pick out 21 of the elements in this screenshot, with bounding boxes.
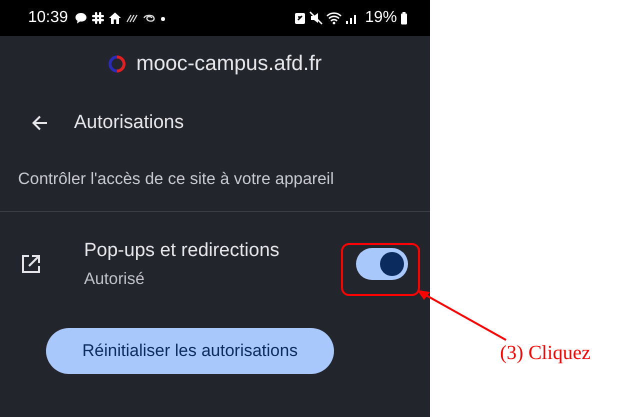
page-title: Autorisations [74, 112, 184, 134]
status-time: 10:39 [28, 9, 68, 27]
permission-title: Pop-ups et redirections [84, 240, 280, 262]
permission-status: Autorisé [84, 270, 146, 288]
external-link-icon [20, 253, 42, 275]
annotation-label: (3) Cliquez [500, 342, 591, 365]
back-button[interactable] [30, 113, 50, 133]
chat-bubble-icon [74, 11, 88, 25]
wifi-icon [326, 11, 342, 25]
reset-permissions-button[interactable]: Réinitialiser les autorisations [46, 328, 334, 374]
description-text: Contrôler l'accès de ce site à votre appareil [17, 169, 335, 190]
mute-icon [308, 11, 323, 25]
site-logo-icon [108, 55, 126, 73]
toggle-switch[interactable] [356, 248, 408, 280]
hash-icon [91, 11, 106, 25]
battery-percent: 19% [364, 9, 397, 27]
back-arrow-icon [30, 113, 50, 133]
home-icon [108, 11, 122, 25]
site-domain: mooc-campus.afd.fr [136, 52, 322, 76]
battery-icon [400, 11, 408, 25]
battery-saver-icon [294, 11, 306, 25]
